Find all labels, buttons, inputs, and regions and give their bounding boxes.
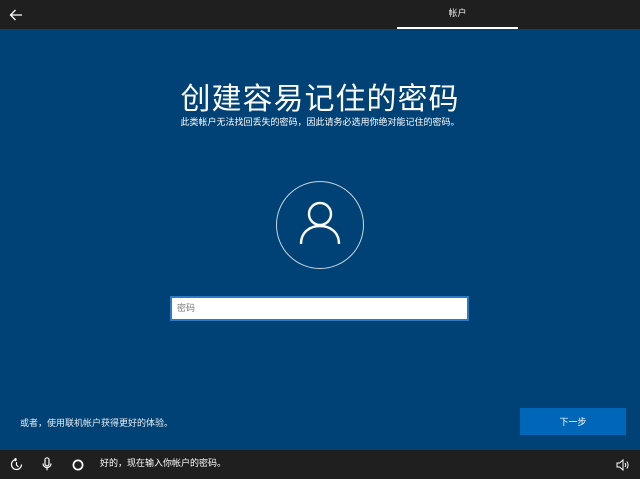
password-input[interactable]: [170, 296, 469, 321]
online-account-link[interactable]: 或者，使用联机帐户获得更好的体验。: [20, 416, 173, 429]
volume-button[interactable]: [616, 458, 630, 472]
ease-of-access-icon: [10, 456, 23, 475]
tab-underline: [397, 27, 518, 29]
page-subtitle: 此类帐户无法找回丢失的密码，因此请务必选用你绝对能记住的密码。: [180, 118, 460, 128]
top-bar: 帐户: [0, 0, 640, 29]
cortana-message: 好的，现在输入你帐户的密码。: [100, 459, 227, 469]
bottom-bar: 好的，现在输入你帐户的密码。: [0, 450, 640, 479]
cortana-icon: [72, 456, 84, 475]
page-title: 创建容易记住的密码: [180, 82, 460, 117]
microphone-icon: [42, 456, 52, 475]
volume-icon: [616, 456, 630, 475]
back-arrow-icon: [9, 6, 23, 25]
tab-account-label: 帐户: [448, 9, 467, 19]
user-icon: [298, 200, 342, 250]
tab-account[interactable]: 帐户: [397, 0, 518, 29]
avatar: [276, 181, 364, 269]
back-button[interactable]: [6, 5, 26, 25]
next-button[interactable]: 下一步: [520, 408, 626, 435]
microphone-button[interactable]: [40, 456, 54, 475]
cortana-button[interactable]: [71, 458, 85, 472]
ease-of-access-button[interactable]: [9, 456, 23, 475]
